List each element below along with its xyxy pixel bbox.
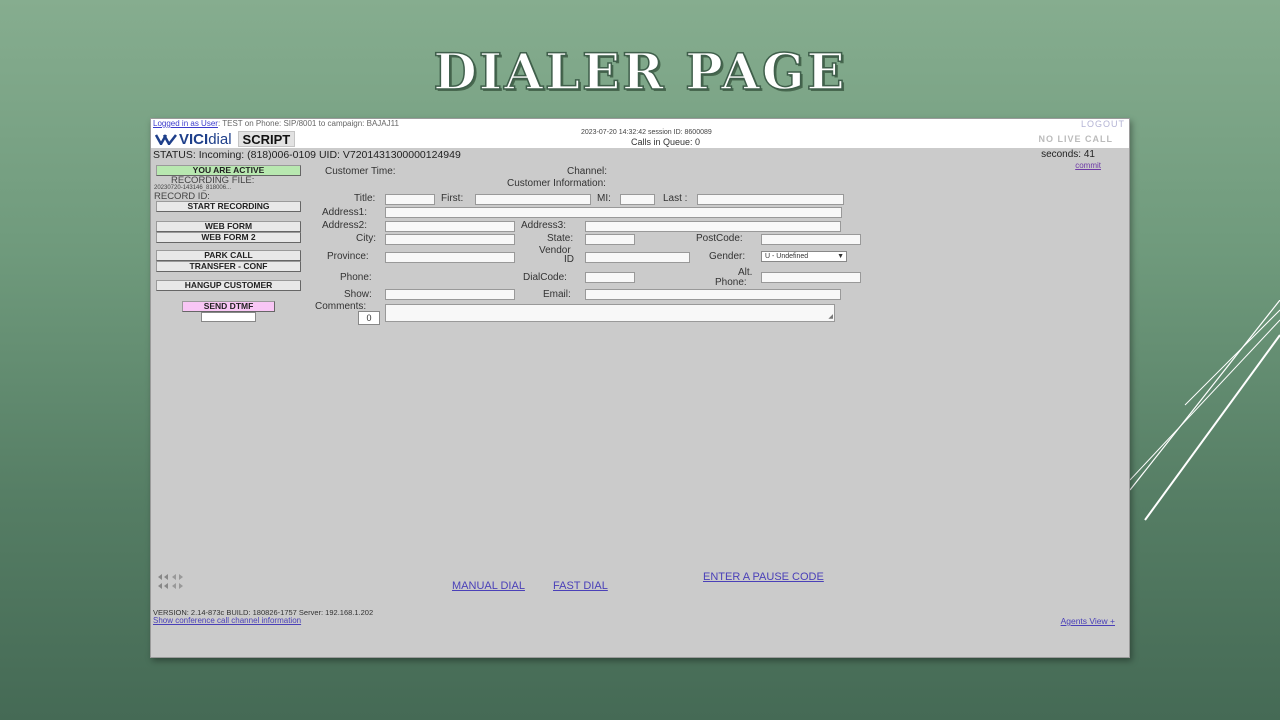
header-bar: Logged in as User: TEST on Phone: SIP/80… xyxy=(151,119,1129,148)
send-dtmf-button[interactable]: SEND DTMF xyxy=(182,301,275,312)
logged-in-link[interactable]: Logged in as User xyxy=(153,119,218,128)
datetime-session: 2023-07-20 14:32:42 session ID: 8600089 xyxy=(581,129,712,136)
calls-in-queue: Calls in Queue: 0 xyxy=(631,137,701,147)
vicidial-logo: VICI dial SCRIPT xyxy=(155,130,296,148)
vendor-id-field[interactable] xyxy=(585,252,690,263)
status-line: STATUS: Incoming: (818)006-0109 UID: V72… xyxy=(153,149,461,161)
email-field[interactable] xyxy=(585,289,841,300)
address1-label: Address1: xyxy=(322,207,368,218)
phone-label: Phone: xyxy=(340,272,372,283)
state-field[interactable] xyxy=(585,234,635,245)
customer-time-label: Customer Time: xyxy=(325,166,396,177)
gender-selected-value: U - Undefined xyxy=(765,253,809,260)
resize-grip-icon: ◢ xyxy=(828,314,833,320)
address2-field[interactable] xyxy=(385,221,515,232)
conference-info-link[interactable]: Show conference call channel information xyxy=(153,616,301,625)
city-label: City: xyxy=(356,233,376,244)
volume-controls-icon[interactable] xyxy=(156,571,186,591)
logout-link[interactable]: LOGOUT xyxy=(1081,119,1125,129)
comments-textarea[interactable]: ◢ xyxy=(385,304,835,322)
province-label: Province: xyxy=(327,251,369,262)
gender-label: Gender: xyxy=(709,251,746,262)
first-name-field[interactable] xyxy=(475,194,591,205)
comments-count: 0 xyxy=(358,311,380,325)
customer-information-label: Customer Information: xyxy=(507,178,606,189)
dialcode-field[interactable] xyxy=(585,272,635,283)
mi-label: MI: xyxy=(597,193,611,204)
seconds-counter: seconds: 41 xyxy=(1041,149,1095,160)
dtmf-input[interactable] xyxy=(201,312,256,322)
fast-dial-link[interactable]: FAST DIAL xyxy=(553,580,608,592)
state-label: State: xyxy=(547,233,574,244)
postcode-field[interactable] xyxy=(761,234,861,245)
alt-phone-field[interactable] xyxy=(761,272,861,283)
alt-phone-label: Phone: xyxy=(715,277,747,288)
province-field[interactable] xyxy=(385,252,515,263)
dialcode-label: DialCode: xyxy=(523,272,567,283)
logo-check-icon xyxy=(155,134,177,145)
postcode-label: PostCode: xyxy=(696,233,743,244)
slide-title: DIALER PAGE xyxy=(433,41,847,102)
show-field[interactable] xyxy=(385,289,515,300)
hangup-customer-button[interactable]: HANGUP CUSTOMER xyxy=(156,280,301,291)
transfer-conf-button[interactable]: TRANSFER - CONF xyxy=(156,261,301,272)
title-label: Title: xyxy=(354,193,376,204)
agents-view-link[interactable]: Agents View + xyxy=(1061,616,1115,626)
manual-dial-link[interactable]: MANUAL DIAL xyxy=(452,580,525,592)
title-field[interactable] xyxy=(385,194,435,205)
chevron-down-icon: ▼ xyxy=(837,253,844,260)
login-info: Logged in as User: TEST on Phone: SIP/80… xyxy=(153,119,399,128)
web-form-button[interactable]: WEB FORM xyxy=(156,221,301,232)
address2-label: Address2: xyxy=(322,220,368,231)
park-call-button[interactable]: PARK CALL xyxy=(156,250,301,261)
address3-field[interactable] xyxy=(585,221,841,232)
web-form-2-button[interactable]: WEB FORM 2 xyxy=(156,232,301,243)
start-recording-button[interactable]: START RECORDING xyxy=(156,201,301,212)
tab-script[interactable]: SCRIPT xyxy=(237,131,296,147)
vendor-id-label: ID xyxy=(564,254,574,265)
login-details: : TEST on Phone: SIP/8001 to campaign: B… xyxy=(217,119,399,128)
show-label: Show: xyxy=(344,289,372,300)
enter-pause-code-link[interactable]: ENTER A PAUSE CODE xyxy=(703,571,824,583)
last-label: Last : xyxy=(663,193,688,204)
logo-vici: VICI xyxy=(179,130,209,148)
live-call-indicator: NO LIVE CALL xyxy=(1038,134,1113,144)
logo-dial: dial xyxy=(208,130,232,148)
channel-label: Channel: xyxy=(567,166,608,177)
address3-label: Address3: xyxy=(521,220,567,231)
dialer-window: Logged in as User: TEST on Phone: SIP/80… xyxy=(150,118,1130,658)
mi-field[interactable] xyxy=(620,194,655,205)
email-label: Email: xyxy=(543,289,571,300)
city-field[interactable] xyxy=(385,234,515,245)
gender-select[interactable]: U - Undefined ▼ xyxy=(761,251,847,262)
address1-field[interactable] xyxy=(385,207,842,218)
decorative-lines xyxy=(1129,300,1280,521)
commit-link[interactable]: commit xyxy=(1075,161,1101,170)
first-label: First: xyxy=(441,193,464,204)
last-name-field[interactable] xyxy=(697,194,844,205)
